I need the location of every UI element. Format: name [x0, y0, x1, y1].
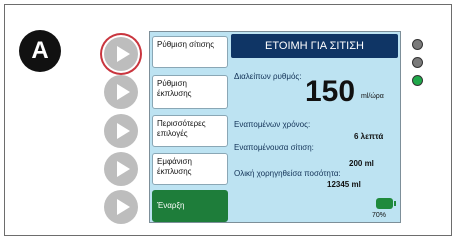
- nav-button-start[interactable]: [104, 190, 138, 224]
- total-delivered-label: Ολική χορηγηθείσα ποσότητα:: [234, 169, 341, 178]
- feed-remaining-label: Εναπομένουσα σίτιση:: [234, 143, 314, 152]
- rate-value: 150: [305, 75, 356, 108]
- show-flush-button[interactable]: Εμφάνιση έκπλυσης: [152, 153, 228, 185]
- nav-button-feed-settings[interactable]: [104, 37, 138, 71]
- more-options-button[interactable]: Περισσότερες επιλογές: [152, 115, 228, 147]
- nav-button-more-options[interactable]: [104, 114, 138, 148]
- feed-remaining-value: 200 ml: [349, 159, 374, 168]
- indicator-light-3: [412, 75, 423, 86]
- battery-percent: 70%: [372, 212, 387, 219]
- flush-settings-button[interactable]: Ρύθμιση έκπλυσης: [152, 75, 228, 109]
- panel-label: A: [19, 30, 61, 72]
- indicator-light-1: [412, 39, 423, 50]
- rate-unit: ml/ώρα: [361, 93, 384, 100]
- total-delivered-value: 12345 ml: [327, 180, 361, 189]
- time-remaining-label: Εναπομένων χρόνος:: [234, 120, 311, 129]
- nav-button-flush-settings[interactable]: [104, 75, 138, 109]
- rate-label: Διαλείπων ρυθμός:: [234, 72, 302, 81]
- pump-screen: Ρύθμιση σίτισης Ρύθμιση έκπλυσης Περισσό…: [149, 31, 401, 223]
- indicator-light-2: [412, 57, 423, 68]
- start-button[interactable]: Έναρξη: [152, 190, 228, 222]
- battery-icon: [376, 198, 396, 209]
- nav-button-show-flush[interactable]: [104, 152, 138, 186]
- start-button-label: Έναρξη: [157, 201, 185, 210]
- status-title: ΕΤΟΙΜΗ ΓΙΑ ΣΙΤΙΣΗ: [231, 34, 398, 58]
- time-remaining-value: 6 λεπτά: [354, 132, 384, 141]
- feed-settings-button[interactable]: Ρύθμιση σίτισης: [152, 36, 228, 68]
